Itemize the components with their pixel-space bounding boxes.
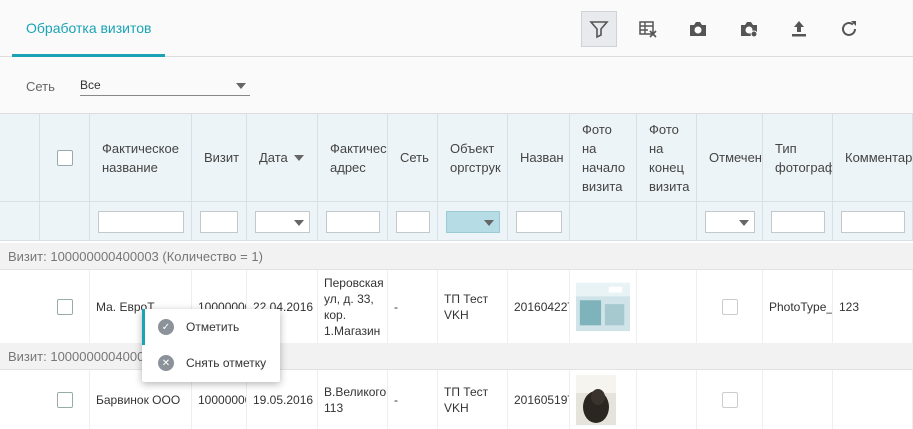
cell-marked: [697, 370, 763, 429]
menu-item-unmark-label: Снять отметку: [186, 356, 267, 370]
menu-item-mark-label: Отметить: [186, 320, 240, 334]
cell-comment: [833, 370, 913, 429]
cell-address: В.Великого, 113: [318, 370, 388, 429]
filter-select-date[interactable]: [255, 211, 310, 233]
cell-title: 20160422T: [508, 270, 570, 343]
column-header-marked[interactable]: Отмечен: [697, 114, 763, 202]
chevron-down-icon: [294, 220, 304, 226]
table-clear-icon: [639, 21, 657, 38]
column-header-name[interactable]: Фактическое название: [90, 114, 192, 202]
filter-input-comment[interactable]: [841, 211, 905, 233]
filter-cell: [763, 202, 833, 241]
refresh-icon: [842, 21, 856, 36]
filter-cell: [570, 202, 637, 241]
filter-cell: [192, 202, 247, 241]
filter-cell: [90, 202, 192, 241]
filter-input-visit[interactable]: [200, 211, 238, 233]
filter-cell: [697, 202, 763, 241]
row-checkbox[interactable]: [56, 391, 73, 408]
cell-photo-type: PhotoType_: [763, 270, 833, 343]
cell-org: ТП Тест VKH: [438, 270, 508, 343]
filter-cell: [388, 202, 438, 241]
clear-table-filter-button[interactable]: [630, 11, 666, 47]
photo-thumbnail[interactable]: [576, 282, 630, 332]
filter-input-title[interactable]: [516, 211, 562, 233]
cell-photo-end: [637, 370, 697, 429]
cell-photo-start: [570, 370, 637, 429]
filter-input-network[interactable]: [396, 211, 430, 233]
filter-cell: [438, 202, 508, 241]
row-select-cell: [40, 370, 90, 429]
header-select-all: [40, 114, 90, 202]
filter-cell: [0, 202, 40, 241]
column-header-date-label: Дата: [259, 150, 288, 165]
filter-cell: [508, 202, 570, 241]
column-header-address[interactable]: Фактичес адрес: [318, 114, 388, 202]
cell-marked: [697, 270, 763, 343]
filter-cell: [247, 202, 318, 241]
row-checkbox[interactable]: [56, 298, 73, 315]
upload-button[interactable]: [781, 11, 817, 47]
filter-input-address[interactable]: [326, 211, 380, 233]
cell-network: -: [388, 370, 438, 429]
filter-cell: [637, 202, 697, 241]
select-all-checkbox[interactable]: [56, 149, 73, 166]
camera-icon: [690, 22, 706, 36]
sort-desc-icon: [293, 154, 304, 161]
filter-cell: [318, 202, 388, 241]
filter-cell: [833, 202, 913, 241]
cell-network: -: [388, 270, 438, 343]
chevron-down-icon: [484, 220, 494, 226]
filter-cell: [40, 202, 90, 241]
refresh-button[interactable]: [831, 11, 867, 47]
camera-search-icon: [741, 22, 758, 38]
header-spacer: [0, 114, 40, 202]
context-menu: ✓ Отметить ✕ Снять отметку: [142, 309, 280, 382]
camera-search-button[interactable]: [731, 11, 767, 47]
column-header-title[interactable]: Назван: [508, 114, 570, 202]
column-header-photo-start[interactable]: Фото на начало визита: [570, 114, 637, 202]
check-circle-icon: ✓: [158, 319, 174, 335]
column-header-date[interactable]: Дата: [247, 114, 318, 202]
column-header-photo-type[interactable]: Тип фотограф: [763, 114, 833, 202]
network-filter-label: Сеть: [26, 79, 55, 94]
filter-select-org[interactable]: [446, 211, 500, 233]
cell-title: 20160519T: [508, 370, 570, 429]
filter-select-marked[interactable]: [705, 211, 755, 233]
chevron-down-icon: [739, 220, 749, 226]
cell-photo-end: [637, 270, 697, 343]
cell-address: Перовская ул, д. 33, кор. 1.Магазин: [318, 270, 388, 343]
cell-photo-start: [570, 270, 637, 343]
column-header-visit[interactable]: Визит: [192, 114, 247, 202]
close-circle-icon: ✕: [158, 355, 174, 371]
menu-item-unmark[interactable]: ✕ Снять отметку: [142, 345, 280, 381]
group-header[interactable]: Визит: 1000000004000: [0, 343, 913, 370]
column-header-photo-end[interactable]: Фото на конец визита: [637, 114, 697, 202]
network-select-value: Все: [80, 78, 101, 92]
column-header-org[interactable]: Объект оргструк: [438, 114, 508, 202]
top-bar: Обработка визитов: [0, 0, 913, 57]
marked-checkbox[interactable]: [721, 298, 738, 315]
menu-item-mark[interactable]: ✓ Отметить: [142, 309, 280, 345]
cell-comment: 123: [833, 270, 913, 343]
filter-button[interactable]: [581, 11, 617, 47]
camera-button[interactable]: [680, 11, 716, 47]
upload-icon: [792, 21, 806, 37]
photo-thumbnail[interactable]: [576, 374, 616, 425]
filter-input-photo-type[interactable]: [771, 211, 825, 233]
filter-icon: [589, 21, 609, 39]
column-header-network[interactable]: Сеть: [388, 114, 438, 202]
network-select[interactable]: Все: [80, 76, 250, 96]
cell-org: ТП Тест VKH: [438, 370, 508, 429]
marked-checkbox[interactable]: [721, 391, 738, 408]
column-header-comment[interactable]: Комментар: [833, 114, 913, 202]
cell-photo-type: [763, 370, 833, 429]
filter-input-name[interactable]: [98, 211, 184, 233]
row-select-cell: [40, 270, 90, 343]
tab-visit-processing[interactable]: Обработка визитов: [12, 0, 166, 57]
filter-bar: Сеть Все: [0, 57, 913, 114]
group-header[interactable]: Визит: 100000000400003 (Количество = 1): [0, 243, 913, 270]
chevron-down-icon: [236, 83, 246, 89]
